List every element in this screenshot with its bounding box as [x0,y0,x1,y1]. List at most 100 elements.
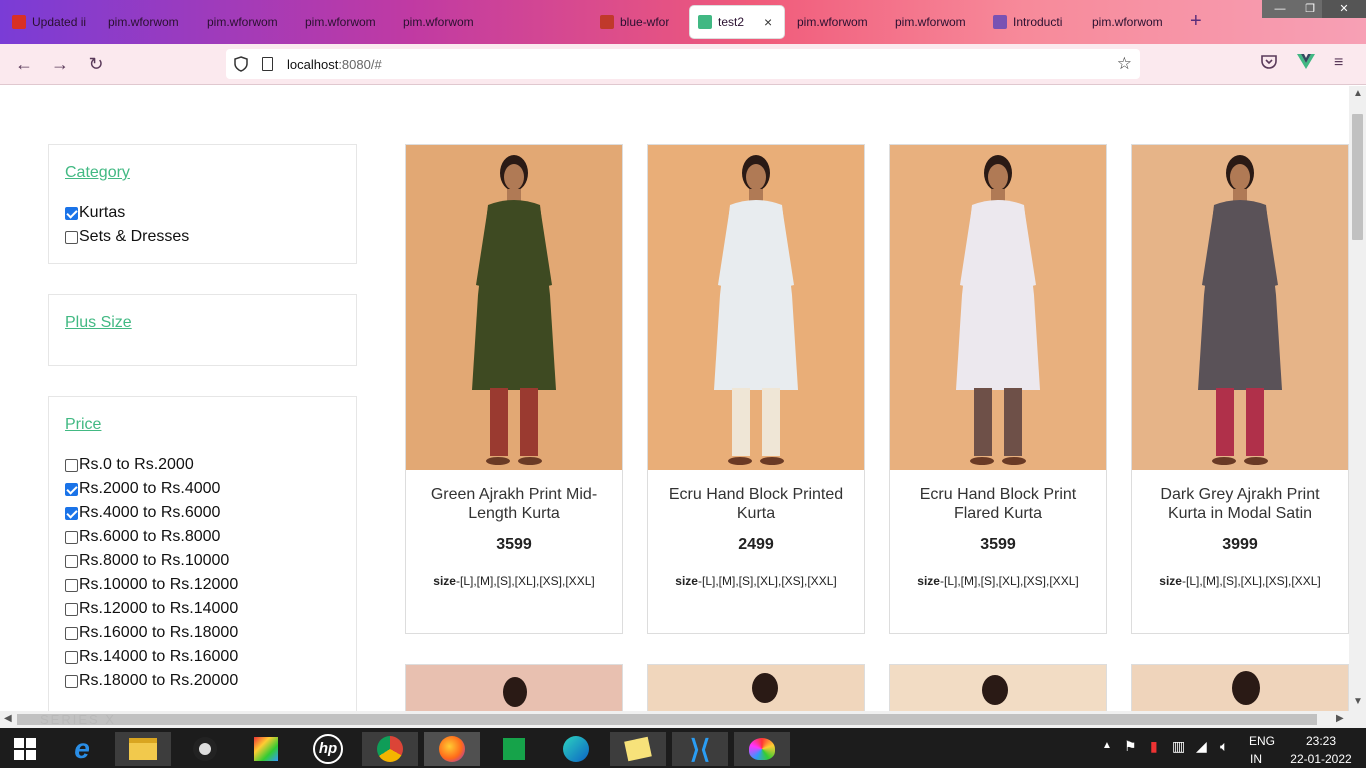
clock[interactable]: 23:23 22-01-2022 [1290,734,1352,766]
file-explorer-icon[interactable] [115,732,171,766]
device-icon[interactable]: ▥ [1172,738,1185,755]
tray-chevron-icon[interactable]: ▲ [1102,740,1112,751]
product-card-partial[interactable] [405,664,623,711]
action-flag-icon[interactable]: ⚑ [1124,738,1137,755]
network-icon[interactable]: ◢ [1196,738,1207,755]
menu-icon[interactable]: ≡ [1334,54,1343,72]
checkbox[interactable] [65,650,78,664]
bookmark-star-icon[interactable]: ☆ [1117,54,1132,74]
checkbox[interactable] [65,482,78,496]
product-name[interactable]: Green Ajrakh Print Mid-Length Kurta [416,485,612,523]
category-option-kurtas[interactable]: Kurtas [65,204,125,222]
tab-strip: Updated ii pim.wforwom pim.wforwom pim.wfor… [0,0,1366,44]
price-title[interactable]: Price [65,416,101,434]
paint-icon[interactable] [734,732,790,766]
edge-icon[interactable] [548,732,604,766]
new-tab-button[interactable]: + [1190,10,1202,33]
plus-size-title[interactable]: Plus Size [65,314,132,332]
browser-tab[interactable]: Updated ii [4,6,96,38]
checkbox[interactable] [65,530,78,544]
forward-icon[interactable]: → [50,54,70,75]
checkbox[interactable] [65,458,78,472]
page-info-icon[interactable] [262,57,273,71]
product-card-partial[interactable] [889,664,1107,711]
browser-tab[interactable]: pim.wforwom [1084,6,1176,38]
checkbox[interactable] [65,230,78,244]
price-option[interactable]: Rs.4000 to Rs.6000 [65,504,220,522]
horizontal-scroll-thumb[interactable] [17,714,1317,725]
product-card[interactable]: Dark Grey Ajrakh Print Kurta in Modal Sa… [1131,144,1349,634]
scroll-up-icon[interactable]: ▲ [1353,88,1363,99]
language-indicator[interactable]: ENG IN [1249,734,1275,766]
price-option[interactable]: Rs.8000 to Rs.10000 [65,552,229,570]
url-bar[interactable]: localhost:8080/# ☆ [226,49,1140,79]
browser-tab[interactable]: pim.wforwom [199,6,291,38]
windows-start-icon[interactable] [0,732,50,766]
close-tab-icon[interactable]: × [764,14,772,30]
browser-tab[interactable]: pim.wforwom [297,6,389,38]
sticky-notes-icon[interactable] [610,732,666,766]
webcam-app-icon[interactable] [177,732,233,766]
price-option[interactable]: Rs.2000 to Rs.4000 [65,480,220,498]
hp-icon[interactable]: hp [300,732,356,766]
store-icon[interactable] [486,732,542,766]
browser-tab[interactable]: pim.wforwom [100,6,192,38]
price-option[interactable]: Rs.18000 to Rs.20000 [65,672,238,690]
product-name[interactable]: Ecru Hand Block Printed Kurta [658,485,854,523]
tab-title: blue-wfor [620,15,670,29]
price-option[interactable]: Rs.12000 to Rs.14000 [65,600,238,618]
product-card-partial[interactable] [1131,664,1349,711]
close-window-button[interactable]: ✕ [1322,0,1366,18]
scroll-right-icon[interactable]: ▶ [1336,713,1344,724]
checkbox[interactable] [65,578,78,592]
checkbox[interactable] [65,506,78,520]
browser-tab[interactable]: blue-wfor [592,6,684,38]
product-image[interactable] [890,145,1106,470]
shield-icon[interactable] [234,56,248,72]
checkbox[interactable] [65,626,78,640]
product-name[interactable]: Ecru Hand Block Print Flared Kurta [900,485,1096,523]
product-card[interactable]: Ecru Hand Block Printed Kurta 2499 size-[L… [647,144,865,634]
internet-explorer-icon[interactable]: e [54,732,110,766]
url-text[interactable]: localhost:8080/# [287,57,382,72]
vertical-scroll-thumb[interactable] [1352,114,1363,240]
scroll-left-icon[interactable]: ◀ [4,713,12,724]
pocket-icon[interactable] [1261,54,1277,74]
scroll-down-icon[interactable]: ▼ [1353,696,1363,707]
vscode-icon[interactable]: ⟩⟨ [672,732,728,766]
product-card-partial[interactable] [647,664,865,711]
browser-tab[interactable]: test2 × [690,6,784,38]
volume-icon[interactable]: 🔈︎ [1220,738,1228,755]
vue-devtools-icon[interactable] [1297,54,1315,74]
puzzle-app-icon[interactable] [238,732,294,766]
checkbox[interactable] [65,554,78,568]
browser-tab[interactable]: pim.wforwom [887,6,979,38]
horizontal-scrollbar[interactable]: ◀ ▶ SERIES X [0,711,1366,728]
battery-warning-icon[interactable]: ▮ [1150,738,1158,755]
category-title[interactable]: Category [65,164,130,182]
back-icon[interactable]: ← [14,54,34,75]
product-price: 2499 [738,536,774,553]
chrome-icon[interactable] [362,732,418,766]
price-option[interactable]: Rs.0 to Rs.2000 [65,456,194,474]
browser-tab[interactable]: Introducti [985,6,1077,38]
product-image[interactable] [1132,145,1348,470]
category-option-sets-dresses[interactable]: Sets & Dresses [65,228,189,246]
product-card[interactable]: Green Ajrakh Print Mid-Length Kurta 3599 s… [405,144,623,634]
product-name[interactable]: Dark Grey Ajrakh Print Kurta in Modal Sa… [1142,485,1338,523]
product-card[interactable]: Ecru Hand Block Print Flared Kurta 3599 si… [889,144,1107,634]
checkbox[interactable] [65,206,78,220]
firefox-icon[interactable] [424,732,480,766]
checkbox[interactable] [65,674,78,688]
price-option[interactable]: Rs.6000 to Rs.8000 [65,528,220,546]
vertical-scrollbar[interactable]: ▲ ▼ [1349,86,1366,711]
reload-icon[interactable]: ↻ [86,54,106,75]
product-image[interactable] [406,145,622,470]
browser-tab[interactable]: pim.wforwom [395,6,487,38]
price-option[interactable]: Rs.16000 to Rs.18000 [65,624,238,642]
product-image[interactable] [648,145,864,470]
checkbox[interactable] [65,602,78,616]
price-option[interactable]: Rs.14000 to Rs.16000 [65,648,238,666]
price-option[interactable]: Rs.10000 to Rs.12000 [65,576,238,594]
browser-tab[interactable]: pim.wforwom [789,6,881,38]
